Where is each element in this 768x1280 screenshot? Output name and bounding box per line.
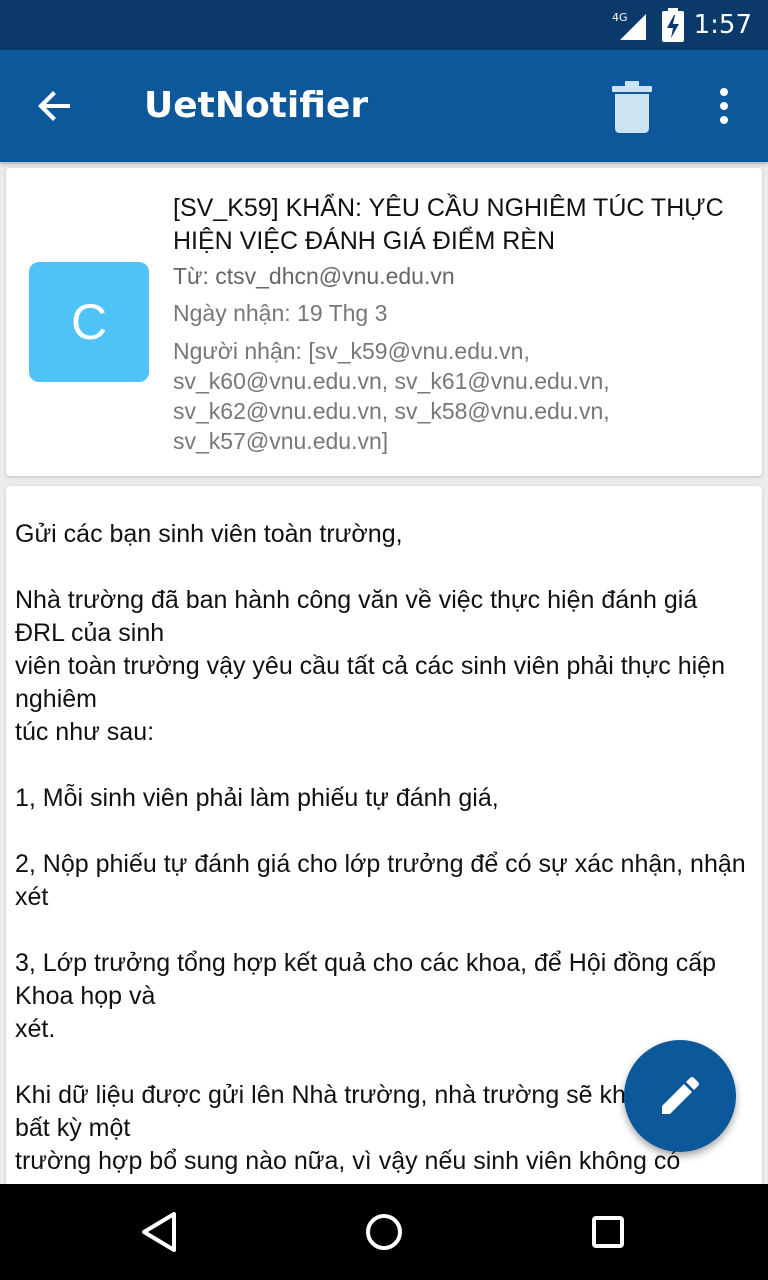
message-date: Ngày nhận: 19 Thg 3 (173, 300, 388, 326)
status-bar: 4G 1:57 (0, 0, 768, 50)
sender-avatar: C (29, 262, 149, 382)
nav-home-icon[interactable] (360, 1208, 408, 1256)
message-subject: [SV_K59] KHẨN: YÊU CẦU NGHIÊM TÚC THỰC H… (173, 194, 724, 255)
message-recipients: Người nhận: [sv_k59@vnu.edu.vn, sv_k60@v… (173, 338, 610, 454)
system-nav-bar (0, 1184, 768, 1280)
svg-text:4G: 4G (612, 11, 628, 24)
more-vert-icon[interactable] (710, 86, 738, 126)
compose-fab-button[interactable] (624, 1040, 736, 1152)
message-from: Từ: ctsv_dhcn@vnu.edu.vn (173, 263, 455, 289)
app-title: UetNotifier (144, 85, 369, 126)
nav-back-icon[interactable] (136, 1208, 184, 1256)
app-bar: UetNotifier (0, 50, 768, 162)
status-time: 1:57 (693, 10, 752, 40)
battery-charging-icon (662, 8, 684, 42)
back-arrow-icon[interactable] (34, 84, 78, 128)
trash-icon[interactable] (610, 80, 654, 134)
nav-recents-icon[interactable] (584, 1208, 632, 1256)
signal-4g-icon: 4G (612, 11, 646, 40)
message-header-card: C [SV_K59] KHẨN: YÊU CẦU NGHIÊM TÚC THỰC… (6, 168, 762, 476)
edit-pencil-icon (662, 1077, 699, 1114)
